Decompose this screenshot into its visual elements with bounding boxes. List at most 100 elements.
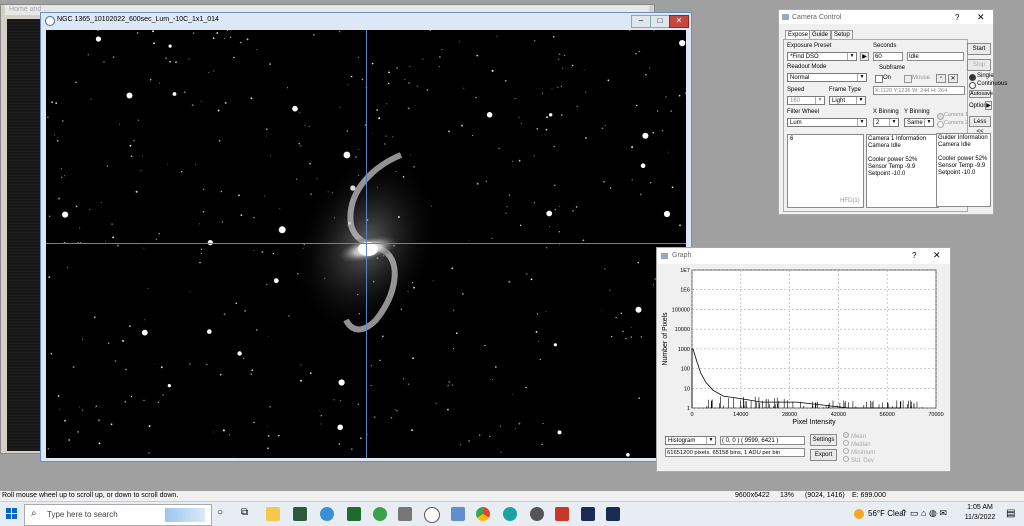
preset-menu-button[interactable]: ▶ bbox=[860, 52, 869, 61]
autosave-button[interactable]: Autosave bbox=[969, 90, 993, 98]
app-icon-6[interactable] bbox=[424, 507, 440, 523]
continuous-radio[interactable] bbox=[969, 82, 976, 89]
readout-mode-select[interactable]: Normal ▼ bbox=[787, 73, 867, 82]
app-icon-1[interactable] bbox=[293, 507, 307, 521]
seconds-input[interactable]: 60 bbox=[873, 52, 903, 61]
graph-settings-button[interactable]: Settings bbox=[810, 434, 837, 446]
stop-button[interactable]: Stop bbox=[967, 59, 991, 71]
app-icon-7[interactable] bbox=[451, 507, 465, 521]
app-icon-4[interactable] bbox=[373, 507, 387, 521]
star bbox=[272, 252, 275, 255]
image-window[interactable]: NGC 1365_10102022_600sec_Lum_-10C_1x1_01… bbox=[40, 12, 692, 462]
app-icon-2[interactable] bbox=[320, 507, 334, 521]
x-binning-select[interactable]: 2 ▼ bbox=[873, 118, 899, 127]
y-tick-label: 1000 bbox=[678, 347, 690, 353]
star bbox=[175, 61, 177, 63]
graph-titlebar[interactable]: Graph ? ✕ bbox=[657, 248, 950, 264]
graph-mode-select[interactable]: Histogram ▼ bbox=[665, 436, 716, 445]
app-icon-11[interactable] bbox=[581, 507, 595, 521]
app-icon-3[interactable] bbox=[347, 507, 361, 521]
star bbox=[167, 163, 168, 165]
star bbox=[77, 430, 79, 433]
minimize-button[interactable]: – bbox=[631, 15, 651, 28]
app-icon-10[interactable] bbox=[555, 507, 569, 521]
y-axis-label: Number of Pixels bbox=[662, 312, 669, 366]
file-explorer-icon[interactable] bbox=[266, 507, 280, 521]
camera-control-titlebar[interactable]: Camera Control ? ✕ bbox=[779, 10, 993, 24]
radio-stddev[interactable]: Std. Dev bbox=[843, 456, 875, 464]
star bbox=[237, 351, 242, 356]
options-button[interactable]: ▶ bbox=[985, 101, 992, 110]
star bbox=[299, 145, 302, 147]
star bbox=[183, 91, 186, 94]
less-button[interactable]: Less << bbox=[969, 116, 991, 135]
radio-median[interactable]: Median bbox=[843, 440, 875, 448]
subframe-select-button[interactable]: ▫ bbox=[936, 74, 946, 83]
mouse-checkbox[interactable] bbox=[904, 75, 912, 83]
single-radio[interactable] bbox=[969, 74, 976, 81]
subframe-on-checkbox[interactable] bbox=[875, 75, 883, 83]
clock-time[interactable]: 1:05 AM bbox=[964, 504, 996, 511]
star bbox=[108, 342, 110, 344]
frame-type-select[interactable]: Light ▼ bbox=[829, 96, 866, 105]
image-window-title: NGC 1365_10102022_600sec_Lum_-10C_1x1_01… bbox=[57, 16, 219, 23]
exposure-preset-select[interactable]: *Find DSO ▼ bbox=[787, 52, 857, 61]
star bbox=[525, 273, 528, 275]
tray-icons[interactable]: ⌃ ▭ ⌂ ◍ ✉ bbox=[900, 508, 947, 519]
star bbox=[410, 154, 411, 156]
star bbox=[357, 56, 360, 58]
y-binning-select[interactable]: Same ▼ bbox=[904, 118, 934, 127]
star bbox=[631, 146, 634, 149]
graph-window[interactable]: Graph ? ✕ 1E7 1E6 100000 10000 1000 100 10 1 01… bbox=[656, 247, 951, 472]
star bbox=[601, 127, 604, 130]
radio-minimum[interactable]: Minimum bbox=[843, 448, 875, 456]
camera2-radio[interactable] bbox=[937, 121, 944, 128]
camera1-radio[interactable] bbox=[937, 113, 944, 120]
star bbox=[545, 311, 547, 312]
star bbox=[386, 103, 388, 105]
cortana-icon[interactable]: ○ bbox=[217, 507, 223, 518]
star bbox=[200, 252, 202, 255]
graph-export-button[interactable]: Export bbox=[810, 449, 837, 461]
app-icon-12[interactable] bbox=[606, 507, 620, 521]
filter-wheel-select[interactable]: Lum ▼ bbox=[787, 118, 867, 127]
image-window-titlebar[interactable]: NGC 1365_10102022_600sec_Lum_-10C_1x1_01… bbox=[41, 13, 691, 29]
app-icon-8[interactable] bbox=[503, 507, 517, 521]
help-icon[interactable]: ? bbox=[955, 13, 959, 22]
graph-close-icon[interactable]: ✕ bbox=[933, 250, 941, 261]
graph-help-icon[interactable]: ? bbox=[912, 251, 916, 260]
speed-select[interactable]: 160 ▼ bbox=[787, 96, 825, 105]
camera-control-window[interactable]: Camera Control ? ✕ Expose Guide Setup Ex… bbox=[778, 9, 1007, 215]
guider-info-panel: Guider Information Camera Idle Cooler po… bbox=[936, 133, 991, 207]
taskbar-search-box[interactable]: ⌕ Type here to search bbox=[24, 504, 212, 526]
star bbox=[47, 116, 49, 118]
y-tick-label: 1E7 bbox=[680, 268, 690, 274]
star bbox=[253, 421, 255, 424]
filter-wheel-label: Filter Wheel bbox=[787, 109, 820, 115]
star bbox=[320, 423, 322, 425]
app-icon-5[interactable] bbox=[398, 507, 412, 521]
star bbox=[361, 78, 364, 81]
close-button[interactable]: ✕ bbox=[669, 15, 689, 28]
star bbox=[250, 373, 252, 375]
maximize-button[interactable]: □ bbox=[650, 15, 670, 28]
subframe-clear-button[interactable]: ✕ bbox=[948, 74, 958, 83]
astro-image-canvas[interactable] bbox=[46, 30, 686, 458]
radio-mean[interactable]: Mean bbox=[843, 432, 875, 440]
star bbox=[447, 384, 450, 387]
star bbox=[309, 162, 311, 165]
star bbox=[292, 105, 298, 112]
star bbox=[382, 335, 384, 338]
weather-icon[interactable] bbox=[854, 509, 864, 519]
close-icon[interactable]: ✕ bbox=[977, 12, 985, 23]
star bbox=[489, 435, 491, 437]
windows-start-icon[interactable] bbox=[6, 508, 18, 520]
star bbox=[116, 244, 119, 247]
star bbox=[298, 143, 300, 145]
start-button[interactable]: Start bbox=[967, 43, 991, 55]
task-view-icon[interactable]: ⧉ bbox=[241, 507, 248, 518]
clock-date[interactable]: 11/3/2022 bbox=[962, 514, 998, 521]
notification-icon[interactable]: ▤ bbox=[1006, 508, 1015, 519]
app-icon-9[interactable] bbox=[530, 507, 544, 521]
chrome-icon[interactable] bbox=[476, 507, 490, 521]
